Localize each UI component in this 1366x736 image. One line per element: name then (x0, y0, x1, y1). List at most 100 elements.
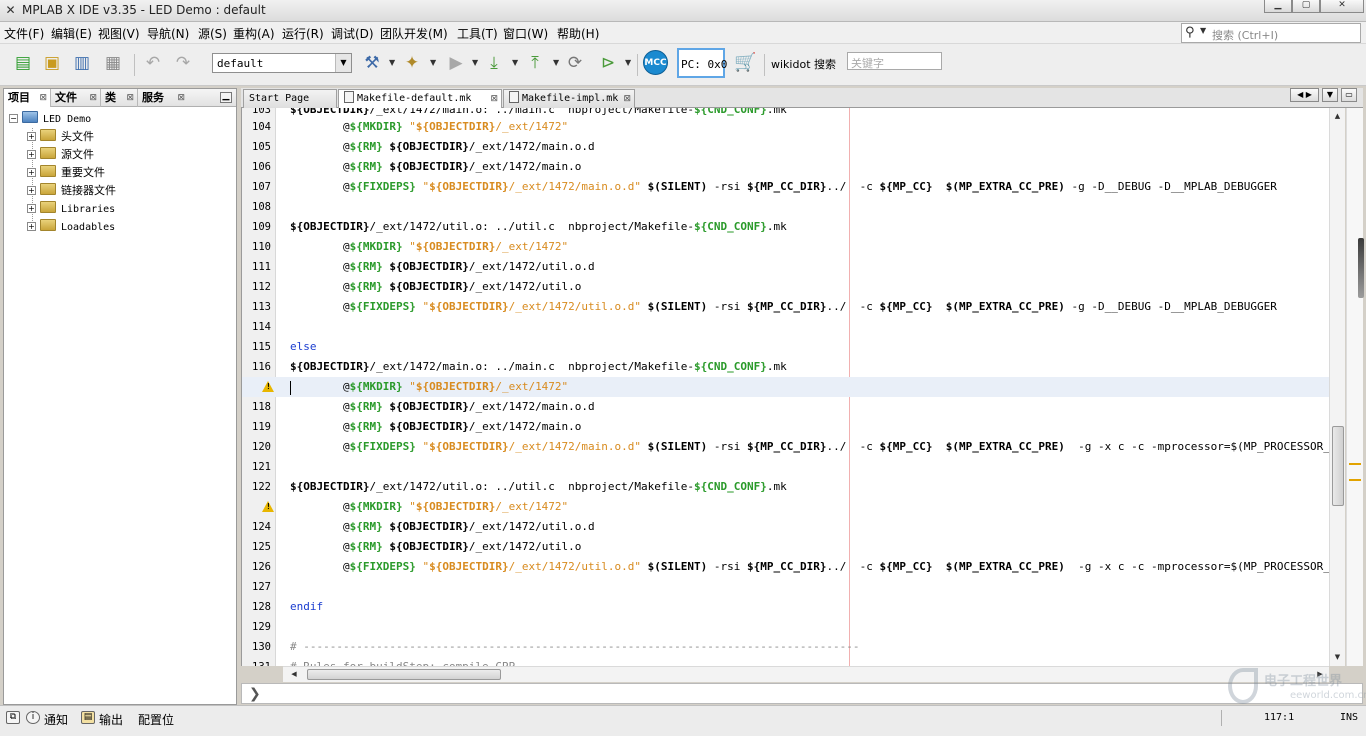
close-icon[interactable]: ⊠ (490, 90, 498, 108)
status-output[interactable]: 输出 (99, 711, 123, 728)
close-icon[interactable]: ⊠ (89, 89, 97, 107)
code-line[interactable]: 106 @${RM} ${OBJECTDIR}/_ext/1472/main.o (242, 157, 1332, 177)
tree-item-important-files[interactable]: + 重要文件 (27, 164, 105, 182)
annotation-status-icon[interactable] (1358, 238, 1364, 298)
code-line[interactable]: 110 @${MKDIR} "${OBJECTDIR}/_ext/1472" (242, 237, 1332, 257)
menu-window[interactable]: 窗口(W) (503, 25, 548, 42)
menu-navigate[interactable]: 导航(N) (147, 25, 189, 42)
scroll-up-icon[interactable]: ▲ (1330, 110, 1345, 122)
code-line[interactable]: 121 (242, 457, 1332, 477)
tree-root-led-demo[interactable]: − LED Demo (9, 110, 91, 128)
chevron-down-icon[interactable]: ▼ (335, 54, 351, 72)
program-dropdown-icon[interactable]: ▼ (512, 58, 518, 67)
code-line[interactable]: 113 @${FIXDEPS} "${OBJECTDIR}/_ext/1472/… (242, 297, 1332, 317)
read-device-icon[interactable]: ⤒ (524, 52, 546, 74)
code-line[interactable]: 127 (242, 577, 1332, 597)
tree-item-header-files[interactable]: + 头文件 (27, 128, 94, 146)
warning-mark[interactable] (1349, 479, 1361, 481)
notifications-icon[interactable]: i (26, 711, 40, 724)
code-editor[interactable]: 103 ${OBJECTDIR}/_ext/1472/main.o: ../mai… (241, 108, 1345, 666)
tree-item-source-files[interactable]: + 源文件 (27, 146, 94, 164)
code-line[interactable]: 104 @${MKDIR} "${OBJECTDIR}/_ext/1472" (242, 117, 1332, 137)
new-file-icon[interactable]: ▤ (12, 52, 34, 74)
expand-icon[interactable]: + (27, 204, 36, 213)
new-project-icon[interactable]: ▣ (41, 52, 63, 74)
close-icon[interactable]: ⊠ (623, 90, 631, 108)
search-dropdown-icon[interactable]: ▼ (1200, 26, 1206, 35)
tree-item-linker-files[interactable]: + 链接器文件 (27, 182, 116, 200)
tree-item-loadables[interactable]: + Loadables (27, 218, 115, 236)
tab-start-page[interactable]: Start Page (243, 89, 337, 108)
close-icon[interactable]: ⊠ (177, 89, 185, 107)
clean-dropdown-icon[interactable]: ▼ (430, 58, 436, 67)
expand-icon[interactable]: + (27, 222, 36, 231)
code-line[interactable]: 124 @${RM} ${OBJECTDIR}/_ext/1472/util.o… (242, 517, 1332, 537)
tree-item-libraries[interactable]: + Libraries (27, 200, 115, 218)
code-line[interactable]: 126 @${FIXDEPS} "${OBJECTDIR}/_ext/1472/… (242, 557, 1345, 577)
shopping-cart-icon[interactable]: 🛒 (734, 52, 756, 73)
vertical-scroll-thumb[interactable] (1332, 426, 1344, 506)
tab-classes[interactable]: 类 ⊠ (101, 89, 138, 107)
menu-file[interactable]: 文件(F) (4, 25, 44, 42)
tab-makefile-impl[interactable]: Makefile-impl.mk ⊠ (503, 89, 635, 108)
debug-project-icon[interactable]: ⊳ (597, 52, 619, 74)
maximize-editor-icon[interactable]: ▭ (1341, 88, 1357, 102)
navigation-breadcrumb[interactable]: ❯ (241, 683, 1363, 704)
horizontal-scroll-thumb[interactable] (307, 669, 501, 680)
code-line[interactable]: 112 @${RM} ${OBJECTDIR}/_ext/1472/util.o (242, 277, 1332, 297)
open-project-icon[interactable]: ▥ (71, 52, 93, 74)
run-dropdown-icon[interactable]: ▼ (472, 58, 478, 67)
scroll-left-icon[interactable]: ◀ (287, 667, 301, 682)
warning-icon[interactable] (262, 501, 274, 512)
menu-tools[interactable]: 工具(T) (457, 25, 498, 42)
code-line[interactable]: 108 (242, 197, 1332, 217)
restore-windows-icon[interactable]: ⧉ (6, 711, 20, 724)
expand-icon[interactable]: + (27, 186, 36, 195)
save-all-icon[interactable]: ▦ (102, 52, 124, 74)
code-line[interactable]: 116 ${OBJECTDIR}/_ext/1472/main.o: ../mai… (242, 357, 1332, 377)
tab-projects[interactable]: 项目 ⊠ (4, 89, 51, 107)
code-line[interactable]: 130 # -----------------------------------… (242, 637, 1332, 657)
editor-vertical-scrollbar[interactable]: ▲ ▼ (1329, 108, 1345, 666)
menu-team[interactable]: 团队开发(M) (380, 25, 448, 42)
expand-icon[interactable]: + (27, 150, 36, 159)
code-line[interactable]: 119 @${RM} ${OBJECTDIR}/_ext/1472/main.o (242, 417, 1332, 437)
clean-build-icon[interactable]: ✦ (401, 52, 423, 74)
code-line[interactable]: @${MKDIR} "${OBJECTDIR}/_ext/1472" (242, 497, 1332, 517)
tab-services[interactable]: 服务 ⊠ (138, 89, 188, 107)
code-line[interactable]: 109 ${OBJECTDIR}/_ext/1472/util.o: ../uti… (242, 217, 1332, 237)
tab-scroll-arrows[interactable]: ◀ ▶ (1290, 88, 1319, 102)
expand-icon[interactable]: + (27, 168, 36, 177)
warning-icon[interactable] (262, 381, 274, 392)
chevron-right-icon[interactable]: ❯ (249, 684, 261, 704)
menu-help[interactable]: 帮助(H) (557, 25, 599, 42)
warning-mark[interactable] (1349, 463, 1361, 465)
tab-list-dropdown-icon[interactable]: ▼ (1322, 88, 1338, 102)
reset-icon[interactable]: ⟳ (564, 52, 586, 74)
code-line[interactable]: 122 ${OBJECTDIR}/_ext/1472/util.o: ../uti… (242, 477, 1332, 497)
menu-debug[interactable]: 调试(D) (331, 25, 374, 42)
run-icon[interactable]: ▶ (445, 52, 467, 74)
redo-icon[interactable]: ↷ (172, 52, 194, 74)
code-line[interactable]: 120 @${FIXDEPS} "${OBJECTDIR}/_ext/1472/… (242, 437, 1345, 457)
code-line[interactable]: 128 endif (242, 597, 1332, 617)
minimize-panel-icon[interactable]: ▁ (220, 92, 232, 103)
menu-edit[interactable]: 编辑(E) (51, 25, 92, 42)
mcc-icon[interactable]: MCC (643, 50, 668, 75)
code-line[interactable]: 131 # Rules for buildStep: compile CPP (242, 657, 1332, 666)
status-notifications[interactable]: 通知 (44, 711, 68, 728)
undo-icon[interactable]: ↶ (142, 52, 164, 74)
collapse-icon[interactable]: − (9, 114, 18, 123)
editor-horizontal-scrollbar[interactable]: ◀ ▶ (283, 666, 1329, 682)
code-line[interactable]: 111 @${RM} ${OBJECTDIR}/_ext/1472/util.o… (242, 257, 1332, 277)
tab-files[interactable]: 文件 ⊠ (51, 89, 101, 107)
maximize-icon[interactable]: ▢ (1292, 0, 1320, 13)
wikidot-search-input[interactable]: 关键字 (847, 52, 942, 70)
code-line-current[interactable]: @${MKDIR} "${OBJECTDIR}/_ext/1472" (242, 377, 1332, 397)
menu-source[interactable]: 源(S) (198, 25, 227, 42)
close-icon[interactable]: ⊠ (126, 89, 134, 107)
status-config-bits[interactable]: 配置位 (138, 711, 174, 728)
code-line[interactable]: 125 @${RM} ${OBJECTDIR}/_ext/1472/util.o (242, 537, 1332, 557)
debug-dropdown-icon[interactable]: ▼ (625, 58, 631, 67)
code-line[interactable]: 107 @${FIXDEPS} "${OBJECTDIR}/_ext/1472/… (242, 177, 1332, 197)
